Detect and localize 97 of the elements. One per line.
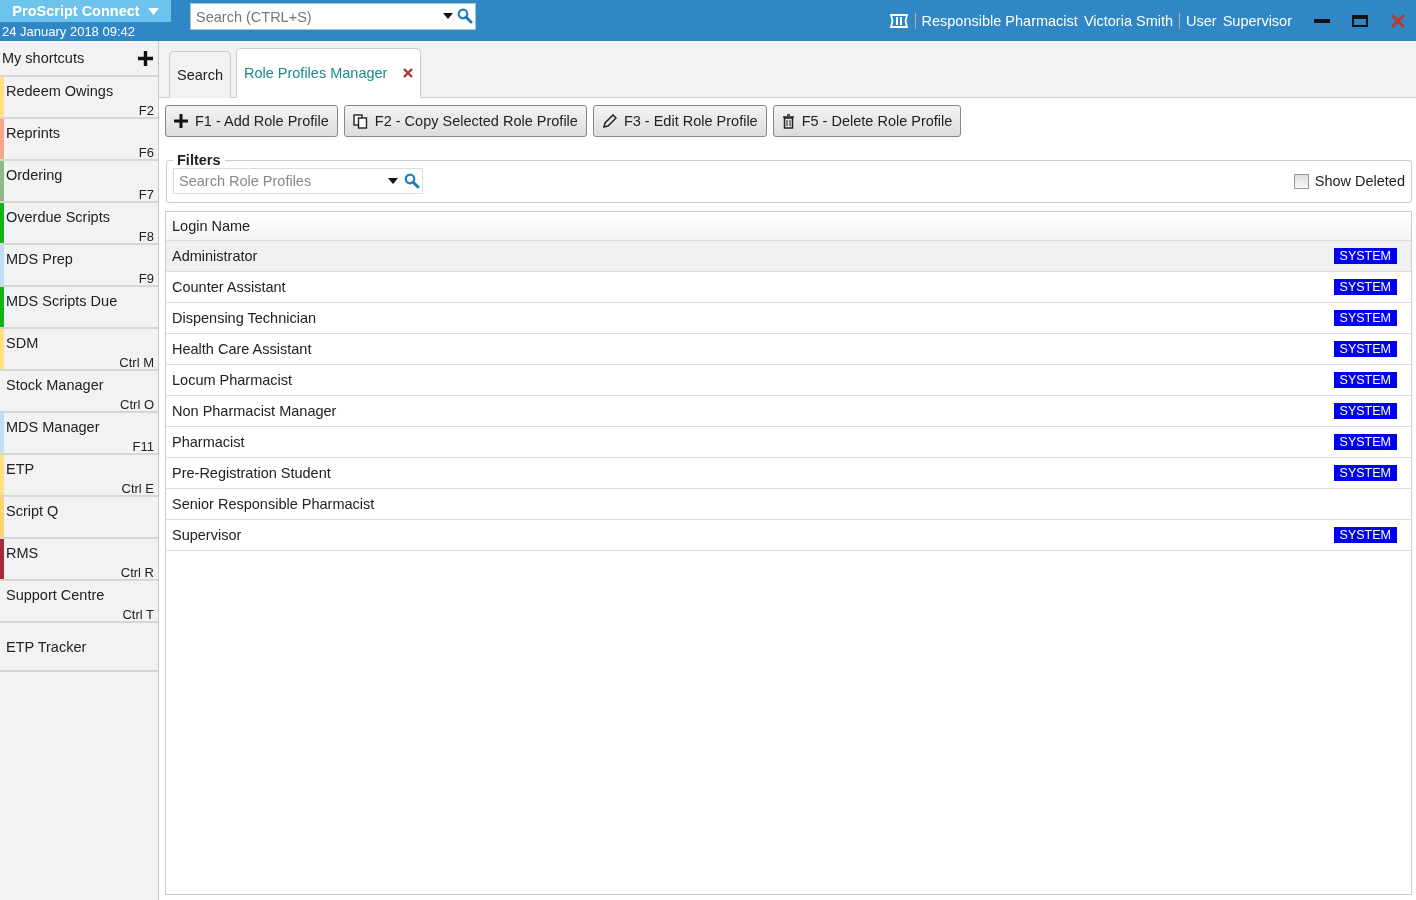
role-name: Pharmacist	[172, 434, 245, 450]
shortcut-label: MDS Manager	[6, 418, 100, 437]
system-badge: SYSTEM	[1333, 465, 1397, 481]
table-row[interactable]: Pharmacist SYSTEM	[166, 427, 1411, 458]
shortcut-item[interactable]: Ordering F7	[0, 161, 158, 203]
shortcut-item[interactable]: RMS Ctrl R	[0, 539, 158, 581]
shortcut-item[interactable]: Script Q	[0, 497, 158, 539]
shortcut-label: Redeem Owings	[6, 82, 114, 101]
role-name: Health Care Assistant	[172, 341, 312, 357]
table-row[interactable]: Health Care Assistant SYSTEM	[166, 334, 1411, 365]
shortcut-item[interactable]: Redeem Owings F2	[0, 77, 158, 119]
system-badge: SYSTEM	[1333, 341, 1397, 357]
global-search-field[interactable]: Search (CTRL+S)	[190, 3, 476, 30]
system-badge: SYSTEM	[1333, 279, 1397, 295]
shortcut-item[interactable]: MDS Scripts Due	[0, 287, 158, 329]
search-icon[interactable]	[404, 173, 420, 189]
table-row[interactable]: Supervisor SYSTEM	[166, 520, 1411, 551]
system-badge: SYSTEM	[1333, 527, 1397, 543]
shortcut-key: Ctrl R	[120, 567, 154, 579]
add-icon[interactable]	[138, 50, 153, 66]
plus-icon	[174, 114, 188, 128]
user-name: Supervisor	[1222, 12, 1292, 29]
shortcut-label: RMS	[6, 544, 39, 563]
dropdown-caret-icon[interactable]	[388, 178, 398, 184]
show-deleted-label: Show Deleted	[1314, 173, 1405, 189]
role-name: Non Pharmacist Manager	[172, 403, 337, 419]
shortcut-label: ETP Tracker	[6, 637, 87, 657]
dropdown-caret-icon	[147, 7, 159, 15]
toolbar-button[interactable]: F2 - Copy Selected Role Profile	[343, 105, 587, 137]
table-row[interactable]: Non Pharmacist Manager SYSTEM	[166, 396, 1411, 427]
shortcut-label: MDS Scripts Due	[6, 292, 118, 311]
shortcut-key: F11	[132, 441, 154, 453]
shortcut-key: F7	[138, 189, 154, 201]
shortcut-item[interactable]: Overdue Scripts F8	[0, 203, 158, 245]
card-reader-icon[interactable]	[888, 13, 909, 28]
table-row[interactable]: Pre-Registration Student SYSTEM	[166, 458, 1411, 489]
responsible-pharmacist-label: Responsible Pharmacist	[921, 12, 1078, 29]
role-search-field[interactable]: Search Role Profiles	[173, 168, 423, 194]
role-name: Dispensing Technician	[172, 310, 317, 326]
shortcuts-title: My shortcuts	[2, 50, 85, 66]
role-name: Supervisor	[172, 527, 242, 543]
role-name: Administrator	[172, 248, 258, 264]
toolbar-button[interactable]: F5 - Delete Role Profile	[772, 105, 962, 137]
role-name: Pre-Registration Student	[172, 465, 331, 481]
tab[interactable]: Search	[169, 51, 231, 98]
table-row[interactable]: Senior Responsible Pharmacist	[166, 489, 1411, 520]
shortcut-label: SDM	[6, 334, 39, 353]
shortcut-item[interactable]: ETP Ctrl E	[0, 455, 158, 497]
toolbar-button[interactable]: F3 - Edit Role Profile	[592, 105, 767, 137]
shortcut-label: Overdue Scripts	[6, 208, 110, 227]
shortcut-label: Reprints	[6, 124, 60, 143]
table-row[interactable]: Locum Pharmacist SYSTEM	[166, 365, 1411, 396]
shortcut-key: Ctrl O	[120, 399, 154, 411]
system-badge: SYSTEM	[1333, 372, 1397, 388]
search-icon[interactable]	[457, 8, 473, 24]
shortcut-key: Ctrl M	[119, 357, 154, 369]
system-badge: SYSTEM	[1333, 248, 1397, 264]
role-name: Locum Pharmacist	[172, 372, 293, 388]
shortcut-key: F9	[138, 273, 154, 285]
shortcut-label: Ordering	[6, 166, 63, 185]
maximize-icon[interactable]	[1352, 14, 1368, 27]
minimize-icon[interactable]	[1314, 18, 1330, 23]
tab[interactable]: Role Profiles Manager	[235, 48, 422, 98]
shortcut-label: ETP	[6, 460, 35, 479]
shortcut-item[interactable]: MDS Manager F11	[0, 413, 158, 455]
responsible-pharmacist-name: Victoria Smith	[1083, 12, 1174, 29]
pencil-icon	[601, 113, 617, 129]
role-name: Senior Responsible Pharmacist	[172, 496, 375, 512]
shortcut-key: F6	[138, 147, 154, 159]
table-row[interactable]: Counter Assistant SYSTEM	[166, 272, 1411, 303]
shortcut-item[interactable]: SDM Ctrl M	[0, 329, 158, 371]
user-label: User	[1186, 12, 1217, 29]
shortcut-item[interactable]: Reprints F6	[0, 119, 158, 161]
shortcut-label: Script Q	[6, 502, 59, 521]
show-deleted-checkbox[interactable]	[1293, 173, 1309, 189]
date-time-text: 24 January 2018 09:42	[1, 23, 136, 41]
shortcut-label: Support Centre	[6, 586, 105, 605]
filters-title: Filters	[176, 152, 222, 168]
dropdown-caret-icon[interactable]	[443, 13, 453, 19]
table-row[interactable]: Administrator SYSTEM	[166, 241, 1411, 272]
copy-icon	[352, 113, 368, 129]
close-icon[interactable]	[403, 68, 414, 78]
role-name: Counter Assistant	[172, 279, 286, 295]
system-badge: SYSTEM	[1333, 310, 1397, 326]
trash-icon	[781, 113, 795, 129]
shortcut-key: F2	[138, 105, 154, 117]
shortcut-label: MDS Prep	[6, 250, 73, 269]
table-row[interactable]: Dispensing Technician SYSTEM	[166, 303, 1411, 334]
shortcut-label: Stock Manager	[6, 376, 104, 395]
system-badge: SYSTEM	[1333, 434, 1397, 450]
shortcut-key: F8	[138, 231, 154, 243]
toolbar-button[interactable]: F1 - Add Role Profile	[165, 105, 338, 137]
shortcut-key: Ctrl T	[122, 609, 154, 621]
column-header[interactable]: Login Name	[172, 218, 251, 234]
shortcut-key: Ctrl E	[121, 483, 154, 495]
shortcut-item[interactable]: MDS Prep F9	[0, 245, 158, 287]
system-badge: SYSTEM	[1333, 403, 1397, 419]
